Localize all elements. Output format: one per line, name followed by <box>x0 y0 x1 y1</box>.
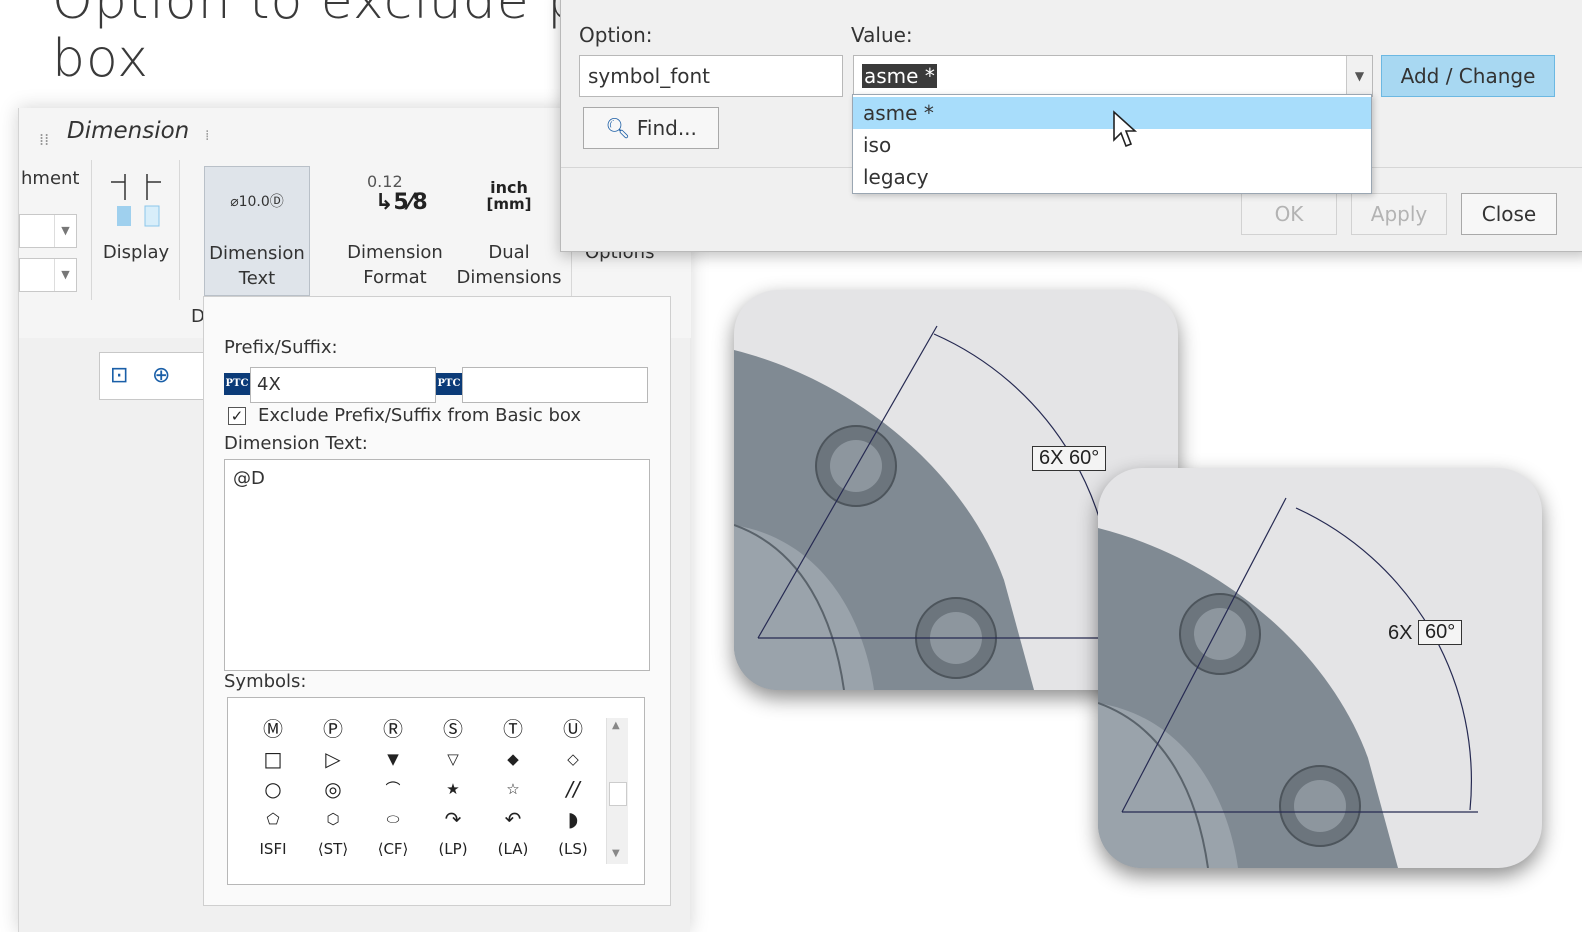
symbol-square[interactable]: □ <box>254 746 292 772</box>
group-separator <box>91 160 92 300</box>
ptc-symbol-icon[interactable]: PTC <box>224 373 250 395</box>
dimension-text-label-2: Text <box>238 268 276 289</box>
attachment-dropdown-1[interactable]: ▼ <box>19 214 77 248</box>
symbol-st[interactable]: ⟨ST⟩ <box>314 836 352 862</box>
symbol-star-filled[interactable]: ★ <box>434 776 472 802</box>
format-icon-bottom: ↳5⁄8 <box>375 190 428 215</box>
symbol-total-runout[interactable]: ↶ <box>494 806 532 832</box>
exclude-prefix-suffix-checkbox[interactable]: ✓ <box>228 407 246 425</box>
display-label: Display <box>102 242 170 263</box>
symbol-la[interactable]: (LA) <box>494 836 532 862</box>
symbol-m-circle[interactable]: Ⓜ <box>254 716 292 742</box>
scroll-up-icon[interactable]: ▲ <box>612 720 620 731</box>
symbol-r-circle[interactable]: Ⓡ <box>374 716 412 742</box>
symbol-concentric[interactable]: ◎ <box>314 776 352 802</box>
chevron-down-icon: ▼ <box>54 215 76 247</box>
symbol-s-circle[interactable]: Ⓢ <box>434 716 472 742</box>
ok-button[interactable]: OK <box>1241 193 1337 235</box>
ptc-symbol-icon[interactable]: PTC <box>436 373 462 395</box>
dimension-text-button[interactable]: ⌀10.0Ⓓ Dimension Text <box>204 166 310 296</box>
dual-icon-top: inch <box>490 178 528 197</box>
ribbon-tab-dimension[interactable]: ⁞⁞ Dimension <box>33 118 189 158</box>
value-selected-text: asme * <box>862 64 937 88</box>
dimension-text-field-label: Dimension Text: <box>224 433 368 454</box>
dual-label-2: Dimensions <box>456 267 562 288</box>
group-separator <box>179 160 180 310</box>
option-label: Option: <box>579 23 653 47</box>
close-button[interactable]: Close <box>1461 193 1557 235</box>
scroll-thumb[interactable] <box>609 782 627 806</box>
dimension-text-icon: ⌀10.0Ⓓ <box>230 194 284 210</box>
chevron-down-icon[interactable]: ▼ <box>1346 56 1372 96</box>
dropdown-item-legacy[interactable]: legacy <box>853 161 1371 193</box>
symbols-palette: Ⓜ Ⓟ Ⓡ Ⓢ Ⓣ Ⓤ □ ▷ ▼ ▽ ◆ ◇ ○ ◎ ⌒ ★ ☆ // ⬠ ⬡… <box>227 697 645 885</box>
symbol-diamond[interactable]: ◇ <box>554 746 592 772</box>
symbol-ls[interactable]: (LS) <box>554 836 592 862</box>
dimension-format-label-1: Dimension <box>347 242 443 263</box>
ribbon-tab-label: Dimension <box>67 118 190 144</box>
view-toolbar: ⊡ ⊕ <box>99 352 219 400</box>
display-icon <box>111 174 161 227</box>
dimension-prefix-after: 6X <box>1388 622 1413 644</box>
symbol-cf[interactable]: ⟨CF⟩ <box>374 836 412 862</box>
grip-icon: ⁞⁞ <box>39 130 50 149</box>
chevron-down-icon: ▼ <box>54 259 76 291</box>
dual-dimensions-button[interactable]: inch [mm] Dual Dimensions <box>453 166 565 296</box>
find-button-label: Find... <box>636 116 697 140</box>
symbol-pentagon[interactable]: ⬠ <box>254 806 292 832</box>
symbol-ellipse[interactable]: ⬭ <box>374 806 412 832</box>
attachment-dropdown-2[interactable]: ▼ <box>19 258 77 292</box>
symbol-parallel[interactable]: // <box>554 776 592 802</box>
exclude-prefix-suffix-label: Exclude Prefix/Suffix from Basic box <box>258 405 582 426</box>
symbol-triangle-down-filled[interactable]: ▼ <box>374 746 412 772</box>
dimension-format-label-2: Format <box>363 267 427 288</box>
symbols-scrollbar[interactable]: ▲ ▼ <box>606 718 628 864</box>
dimension-text-area[interactable]: @D <box>224 459 650 671</box>
zoom-fit-icon[interactable]: ⊡ <box>110 363 128 388</box>
symbols-label: Symbols: <box>224 671 307 692</box>
symbol-t-circle[interactable]: Ⓣ <box>494 716 532 742</box>
basic-dimension-box: 60° <box>1418 620 1463 645</box>
symbol-runout[interactable]: ↷ <box>434 806 472 832</box>
apply-button[interactable]: Apply <box>1351 193 1447 235</box>
attachment-label-fragment: hment <box>21 168 80 189</box>
prefix-input[interactable]: 4X <box>250 367 436 403</box>
symbol-hexagon[interactable]: ⬡ <box>314 806 352 832</box>
part-drawing <box>1098 497 1478 868</box>
example-card-after: 6X 60° <box>1098 468 1542 868</box>
format-icon-top: 0.12 <box>367 172 403 191</box>
symbol-lp[interactable]: (LP) <box>434 836 472 862</box>
dimension-label-before: 6X 60° <box>1032 446 1107 471</box>
symbol-circle[interactable]: ○ <box>254 776 292 802</box>
dimension-text-panel: Prefix/Suffix: PTC 4X PTC ✓ Exclude Pref… <box>203 296 671 906</box>
symbol-triangle-right[interactable]: ▷ <box>314 746 352 772</box>
grip-icon: ⁞ <box>205 128 210 144</box>
scroll-down-icon[interactable]: ▼ <box>612 848 620 859</box>
symbol-star[interactable]: ☆ <box>494 776 532 802</box>
symbol-arc[interactable]: ⌒ <box>374 776 412 802</box>
zoom-in-icon[interactable]: ⊕ <box>152 363 170 388</box>
symbol-half-circle[interactable]: ◗ <box>554 806 592 832</box>
value-label: Value: <box>851 23 913 47</box>
symbol-u-circle[interactable]: Ⓤ <box>554 716 592 742</box>
add-change-button[interactable]: Add / Change <box>1381 55 1555 97</box>
dual-label-1: Dual <box>488 242 530 263</box>
find-button[interactable]: 🔍︎ Find... <box>583 107 719 149</box>
dimension-format-button[interactable]: 0.12 ↳5⁄8 Dimension Format <box>341 166 449 296</box>
mouse-cursor-icon <box>1113 110 1138 148</box>
search-icon: 🔍︎ <box>605 116 631 140</box>
symbol-triangle-down[interactable]: ▽ <box>434 746 472 772</box>
symbol-p-circle[interactable]: Ⓟ <box>314 716 352 742</box>
dual-icon-bottom: [mm] <box>486 195 532 213</box>
prefix-suffix-label: Prefix/Suffix: <box>224 337 338 358</box>
dimension-text-label-1: Dimension <box>209 243 305 264</box>
symbol-sf[interactable]: ⅠSFⅠ <box>254 836 292 862</box>
suffix-input[interactable] <box>462 367 648 403</box>
symbol-diamond-filled[interactable]: ◆ <box>494 746 532 772</box>
value-combo[interactable]: asme * ▼ <box>853 55 1373 97</box>
option-input[interactable]: symbol_font <box>579 55 843 97</box>
display-button[interactable]: Display <box>99 166 173 296</box>
